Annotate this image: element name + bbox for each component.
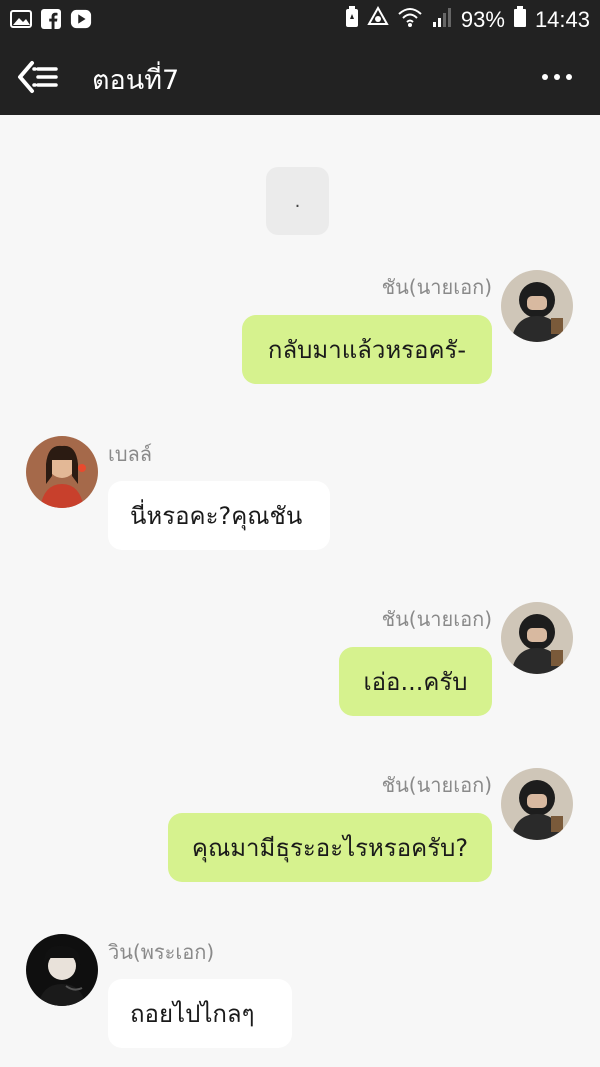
sender-name: ชัน(นายเอก) bbox=[381, 773, 492, 797]
system-message: . bbox=[266, 167, 329, 235]
sender-name: วิน(พระเอก) bbox=[108, 940, 215, 964]
message-bubble[interactable]: นี่หรอคะ?คุณชัน bbox=[108, 481, 330, 550]
message-bubble[interactable]: คุณมามีธุระอะไรหรอครับ? bbox=[168, 813, 492, 882]
more-options-button[interactable] bbox=[542, 70, 576, 84]
signal-icon bbox=[431, 6, 453, 34]
back-list-icon bbox=[18, 61, 58, 93]
back-button[interactable] bbox=[16, 60, 62, 94]
message-bubble[interactable]: ถอยไปไกลๆ bbox=[108, 979, 292, 1048]
sender-name: ชัน(นายเอก) bbox=[381, 607, 492, 631]
wifi-icon bbox=[397, 6, 423, 34]
status-bar: 93% 14:43 bbox=[0, 0, 600, 40]
page-title: ตอนที่7 bbox=[92, 65, 180, 96]
battery-saver-icon bbox=[345, 6, 359, 34]
avatar-bell[interactable] bbox=[26, 436, 98, 508]
data-saver-icon bbox=[367, 5, 389, 34]
facebook-icon bbox=[40, 8, 62, 30]
app-bar: ตอนที่7 bbox=[0, 40, 600, 115]
avatar-chan[interactable] bbox=[501, 768, 573, 840]
battery-icon bbox=[513, 6, 527, 34]
message-bubble[interactable]: กลับมาแล้วหรอครั- bbox=[242, 315, 492, 384]
sender-name: เบลล์ bbox=[108, 442, 153, 466]
gallery-icon bbox=[10, 8, 32, 30]
message-bubble[interactable]: เอ่อ...ครับ bbox=[339, 647, 492, 716]
sender-name: ชัน(นายเอก) bbox=[381, 275, 492, 299]
avatar-chan[interactable] bbox=[501, 270, 573, 342]
clock: 14:43 bbox=[534, 7, 590, 32]
avatar-chan[interactable] bbox=[501, 602, 573, 674]
battery-percent: 93% bbox=[460, 7, 505, 32]
youtube-icon bbox=[70, 8, 92, 30]
more-dots-icon bbox=[542, 74, 548, 80]
avatar-win[interactable] bbox=[26, 934, 98, 1006]
